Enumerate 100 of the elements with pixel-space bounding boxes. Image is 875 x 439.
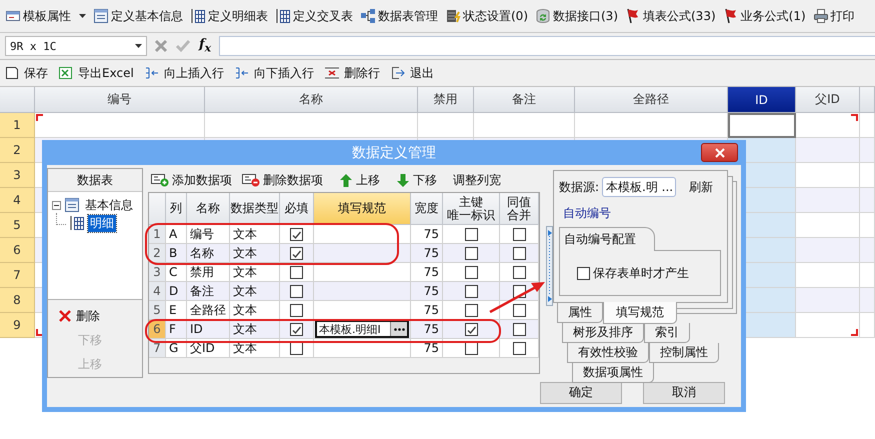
table-row[interactable]: 4 D 备注 文本 75 bbox=[149, 282, 539, 301]
toolbar-button[interactable]: 定义基本信息 bbox=[93, 8, 183, 24]
function-label[interactable]: f$_{x}$ bbox=[199, 37, 212, 55]
move-up-button[interactable]: 上移 bbox=[339, 172, 380, 188]
checkbox[interactable] bbox=[464, 304, 478, 316]
tab[interactable]: 控制属性 bbox=[649, 343, 719, 363]
checkbox[interactable] bbox=[290, 284, 303, 298]
action-button[interactable]: 删除行 bbox=[324, 64, 380, 82]
dialog-button[interactable]: 取消 bbox=[643, 382, 725, 404]
row-number[interactable]: 3 bbox=[149, 263, 166, 282]
checkbox[interactable] bbox=[512, 228, 526, 240]
action-button[interactable]: 导出Excel bbox=[58, 64, 134, 82]
toolbar-button[interactable]: 打印 bbox=[812, 8, 855, 24]
collapse-icon[interactable] bbox=[52, 200, 61, 210]
source-field[interactable]: 本模板.明 ... bbox=[602, 177, 676, 197]
checkbox[interactable] bbox=[464, 322, 478, 336]
tab[interactable]: 有效性校验 bbox=[567, 343, 649, 363]
checkbox[interactable] bbox=[290, 228, 303, 240]
column-header[interactable]: 名称 bbox=[205, 87, 418, 113]
tab[interactable]: 数据项属性 bbox=[572, 363, 654, 383]
action-button[interactable]: 向下插入行 bbox=[234, 64, 314, 82]
move-down-button[interactable]: 下移 bbox=[396, 172, 437, 188]
checkbox[interactable] bbox=[290, 246, 303, 260]
checkbox[interactable] bbox=[290, 266, 303, 278]
row-header[interactable]: 7 bbox=[0, 263, 35, 288]
toolbar-button[interactable]: 状态设置(0) bbox=[445, 8, 528, 24]
column-header[interactable]: 主键 bbox=[459, 196, 483, 208]
refresh-button[interactable]: 刷新 bbox=[689, 178, 714, 196]
dialog-button[interactable]: 确定 bbox=[540, 382, 622, 404]
name-box[interactable]: 9R x 1C bbox=[5, 36, 147, 56]
checkbox-label[interactable]: 保存表单时才产生 bbox=[593, 264, 689, 282]
row-header[interactable]: 9 bbox=[0, 313, 35, 338]
action-button[interactable]: 向上插入行 bbox=[144, 64, 224, 82]
checkbox[interactable] bbox=[577, 266, 590, 280]
tab[interactable]: 填写规范 bbox=[603, 302, 677, 324]
column-header[interactable]: ID bbox=[728, 87, 796, 113]
column-header[interactable]: 同值 bbox=[507, 196, 531, 208]
cancel-icon[interactable] bbox=[153, 38, 169, 54]
toolbar-button[interactable]: 模板属性 bbox=[5, 8, 86, 24]
tab[interactable]: 树形及排序 bbox=[562, 323, 644, 343]
table-row[interactable]: 7 G 父ID 文本 75 bbox=[149, 339, 539, 358]
formula-input[interactable] bbox=[219, 36, 875, 56]
tab[interactable]: 属性 bbox=[557, 303, 603, 323]
row-header[interactable]: 3 bbox=[0, 163, 35, 188]
row-number[interactable]: 1 bbox=[149, 225, 166, 244]
column-header[interactable]: 全路径 bbox=[575, 87, 728, 113]
column-header[interactable]: 填写规范 bbox=[314, 193, 411, 225]
splitter-handle[interactable] bbox=[546, 226, 553, 306]
browse-button[interactable] bbox=[390, 322, 407, 336]
row-header[interactable]: 1 bbox=[0, 113, 35, 138]
column-header[interactable]: 编号 bbox=[35, 87, 205, 113]
checkbox[interactable] bbox=[512, 322, 526, 336]
checkbox[interactable] bbox=[464, 246, 478, 260]
column-header[interactable]: 禁用 bbox=[418, 87, 474, 113]
table-row[interactable]: 5 E 全路径 文本 75 bbox=[149, 301, 539, 320]
tree-item[interactable]: 明细 bbox=[88, 214, 116, 232]
tab[interactable]: 索引 bbox=[644, 323, 690, 343]
checkbox[interactable] bbox=[464, 228, 478, 240]
checkbox[interactable] bbox=[512, 246, 526, 260]
toolbar-button[interactable]: 数据表管理 bbox=[360, 8, 438, 24]
checkbox[interactable] bbox=[512, 304, 526, 316]
rule-field[interactable]: 本模板.明细I bbox=[315, 320, 409, 338]
checkbox[interactable] bbox=[512, 266, 526, 278]
close-button[interactable] bbox=[701, 143, 738, 162]
row-number[interactable]: 2 bbox=[149, 244, 166, 263]
toolbar-button[interactable]: 定义交叉表 bbox=[275, 8, 353, 24]
row-number[interactable]: 5 bbox=[149, 301, 166, 320]
row-header[interactable]: 8 bbox=[0, 288, 35, 313]
checkbox[interactable] bbox=[290, 304, 303, 316]
add-item-button[interactable]: 添加数据项 bbox=[151, 172, 232, 188]
row-header[interactable]: 2 bbox=[0, 138, 35, 163]
delete-button[interactable]: 删除 bbox=[58, 308, 142, 324]
fit-columns-button[interactable]: 调整列宽 bbox=[453, 172, 501, 188]
row-header[interactable]: 4 bbox=[0, 188, 35, 213]
column-header[interactable]: 合并 bbox=[507, 208, 531, 222]
toolbar-button[interactable]: 填表公式(33) bbox=[625, 8, 716, 24]
row-header[interactable]: 6 bbox=[0, 238, 35, 263]
row-number[interactable]: 6 bbox=[149, 320, 166, 339]
table-row[interactable]: 6 F ID 文本 本模板.明细I 75 bbox=[149, 320, 539, 339]
tree-item[interactable]: 基本信息 bbox=[83, 196, 135, 214]
action-button[interactable]: 退出 bbox=[390, 64, 434, 82]
column-header[interactable]: 唯一标识 bbox=[447, 208, 495, 222]
table-row[interactable]: 1 A 编号 文本 75 bbox=[149, 225, 539, 244]
column-header[interactable]: 备注 bbox=[474, 87, 575, 113]
sheet-cell[interactable] bbox=[728, 113, 796, 138]
toolbar-button[interactable]: 业务公式(1) bbox=[722, 8, 806, 24]
row-header[interactable]: 5 bbox=[0, 213, 35, 238]
toolbar-button[interactable]: 定义明细表 bbox=[190, 8, 268, 24]
checkbox[interactable] bbox=[512, 342, 526, 354]
delete-item-button[interactable]: 删除数据项 bbox=[242, 172, 323, 188]
row-number[interactable]: 4 bbox=[149, 282, 166, 301]
table-row[interactable]: 3 C 禁用 文本 75 bbox=[149, 263, 539, 282]
toolbar-button[interactable]: 数据接口(3) bbox=[535, 8, 618, 24]
table-row[interactable]: 2 B 名称 文本 75 bbox=[149, 244, 539, 263]
checkbox[interactable] bbox=[290, 322, 303, 336]
check-icon[interactable] bbox=[175, 38, 191, 54]
checkbox[interactable] bbox=[464, 266, 478, 278]
column-header[interactable]: 父ID bbox=[796, 87, 860, 113]
action-button[interactable]: 保存 bbox=[4, 64, 48, 82]
checkbox[interactable] bbox=[464, 284, 478, 298]
